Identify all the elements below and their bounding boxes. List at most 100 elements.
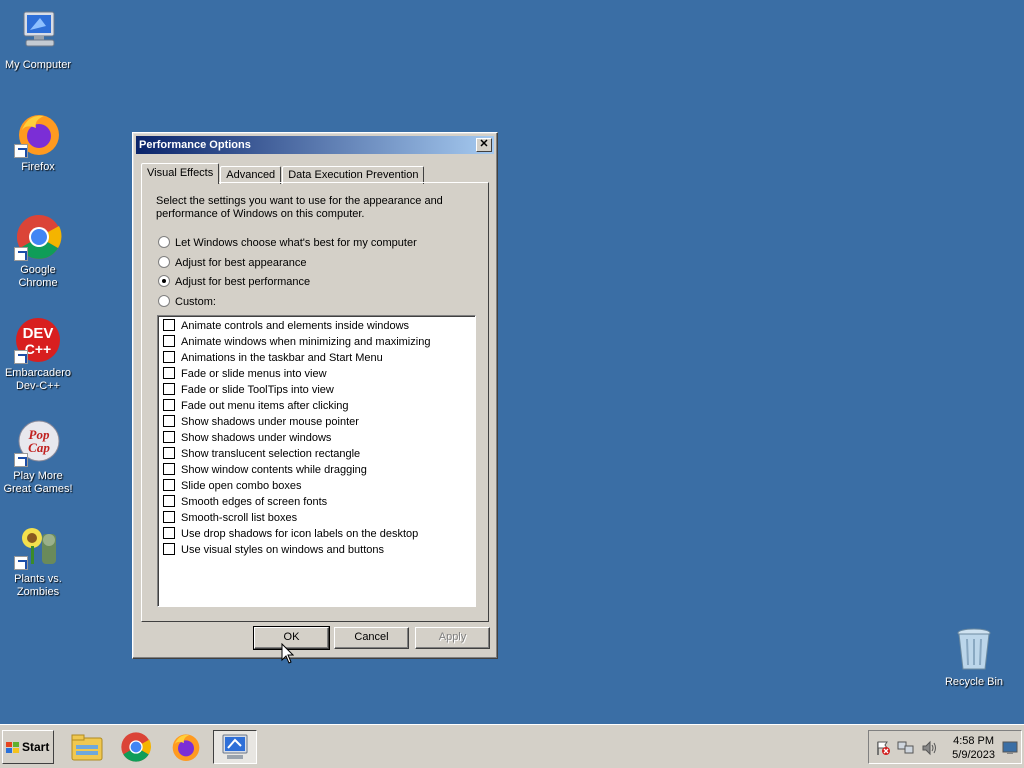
list-item[interactable]: Show shadows under mouse pointer <box>163 414 475 430</box>
radio-button[interactable] <box>158 275 170 288</box>
taskbar-performance-options[interactable] <box>213 730 257 764</box>
tab-visual-effects[interactable]: Visual Effects <box>141 163 220 184</box>
checkbox[interactable] <box>163 351 175 364</box>
shortcut-arrow-icon <box>14 453 28 467</box>
checkbox-label: Fade or slide menus into view <box>181 368 327 380</box>
desktop-icon-recycle-bin[interactable]: Recycle Bin <box>936 625 1012 689</box>
checkbox[interactable] <box>163 383 175 396</box>
svg-text:DEV: DEV <box>23 325 54 342</box>
file-explorer-icon <box>71 734 103 761</box>
checkbox[interactable] <box>163 447 175 460</box>
checkbox[interactable] <box>163 367 175 380</box>
checkbox-label: Animations in the taskbar and Start Menu <box>181 352 383 364</box>
desktop-icon-dev-cpp[interactable]: DEV C++ Embarcadero Dev-C++ <box>0 316 76 393</box>
desktop-icon-label: Embarcadero Dev-C++ <box>4 367 72 392</box>
dialog-titlebar[interactable]: Performance Options ✕ <box>136 136 494 154</box>
taskbar-file-explorer[interactable] <box>65 730 109 764</box>
desktop-icon-firefox[interactable]: Firefox <box>0 110 76 174</box>
desktop-icon-plants-vs-zombies[interactable]: Plants vs. Zombies <box>0 522 76 599</box>
radio-button[interactable] <box>158 256 170 269</box>
checkbox[interactable] <box>163 399 175 412</box>
svg-text:C++: C++ <box>25 341 51 357</box>
svg-text:Cap: Cap <box>28 440 50 455</box>
desktop-icon-label: Recycle Bin <box>944 676 1004 688</box>
list-item[interactable]: Fade or slide ToolTips into view <box>163 382 475 398</box>
start-label: Start <box>22 740 50 754</box>
plants-vs-zombies-icon <box>14 522 62 570</box>
shortcut-arrow-icon <box>14 247 28 261</box>
taskbar-chrome[interactable] <box>114 730 158 764</box>
my-computer-icon <box>14 8 62 56</box>
radio-label: Adjust for best performance <box>175 276 311 288</box>
checkbox[interactable] <box>163 479 175 492</box>
list-item[interactable]: Fade or slide menus into view <box>163 366 475 382</box>
visual-effects-list[interactable]: Animate controls and elements inside win… <box>157 315 476 607</box>
start-button[interactable]: Start <box>2 730 54 764</box>
checkbox[interactable] <box>163 511 175 524</box>
checkbox[interactable] <box>163 415 175 428</box>
desktop-icon-google-chrome[interactable]: Google Chrome <box>0 213 76 290</box>
list-item[interactable]: Use drop shadows for icon labels on the … <box>163 526 475 542</box>
cancel-button[interactable]: Cancel <box>334 627 409 649</box>
performance-options-dialog: Performance Options ✕ Visual Effects Adv… <box>132 132 498 659</box>
desktop-icon-my-computer[interactable]: My Computer <box>0 8 76 72</box>
radio-custom[interactable]: Custom: <box>158 294 216 310</box>
visual-effects-panel: Select the settings you want to use for … <box>141 182 489 622</box>
action-center-flag-icon[interactable] <box>875 740 891 756</box>
shortcut-arrow-icon <box>14 350 28 364</box>
list-item[interactable]: Show shadows under windows <box>163 430 475 446</box>
checkbox[interactable] <box>163 495 175 508</box>
list-item[interactable]: Animate windows when minimizing and maxi… <box>163 334 475 350</box>
radio-best-appearance[interactable]: Adjust for best appearance <box>158 255 306 271</box>
checkbox-label: Fade out menu items after clicking <box>181 400 349 412</box>
list-item[interactable]: Animations in the taskbar and Start Menu <box>163 350 475 366</box>
checkbox-label: Show shadows under windows <box>181 432 332 444</box>
checkbox-label: Use visual styles on windows and buttons <box>181 544 384 556</box>
list-item[interactable]: Show window contents while dragging <box>163 462 475 478</box>
clock-date: 5/9/2023 <box>952 749 995 761</box>
list-item[interactable]: Show translucent selection rectangle <box>163 446 475 462</box>
show-desktop-icon[interactable] <box>1002 741 1018 755</box>
radio-button[interactable] <box>158 236 170 249</box>
desktop-icon-label: Google Chrome <box>18 264 58 289</box>
desktop-icon-label: Play More Great Games! <box>3 470 73 495</box>
dev-cpp-icon: DEV C++ <box>14 316 62 364</box>
checkbox[interactable] <box>163 319 175 332</box>
apply-button[interactable]: Apply <box>415 627 490 649</box>
dialog-title: Performance Options <box>139 139 251 151</box>
network-icon[interactable] <box>897 740 915 756</box>
popcap-icon: Pop Cap <box>14 419 62 467</box>
desktop-icon-label: My Computer <box>4 59 72 71</box>
desktop-icon-popcap[interactable]: Pop Cap Play More Great Games! <box>0 419 76 496</box>
firefox-icon <box>172 734 200 761</box>
radio-let-windows-choose[interactable]: Let Windows choose what's best for my co… <box>158 235 417 251</box>
list-item[interactable]: Slide open combo boxes <box>163 478 475 494</box>
list-item[interactable]: Animate controls and elements inside win… <box>163 318 475 334</box>
checkbox[interactable] <box>163 463 175 476</box>
volume-icon[interactable] <box>921 740 939 756</box>
list-item[interactable]: Use visual styles on windows and buttons <box>163 542 475 558</box>
shortcut-arrow-icon <box>14 556 28 570</box>
desktop-icon-label: Firefox <box>21 161 55 173</box>
chrome-icon <box>14 213 62 261</box>
checkbox[interactable] <box>163 527 175 540</box>
list-item[interactable]: Smooth edges of screen fonts <box>163 494 475 510</box>
close-button[interactable]: ✕ <box>476 138 492 152</box>
checkbox-label: Animate windows when minimizing and maxi… <box>181 336 431 348</box>
radio-button[interactable] <box>158 295 170 308</box>
taskbar: Start 4:58 PM 5/9/2023 <box>0 724 1024 768</box>
checkbox-label: Show shadows under mouse pointer <box>181 416 359 428</box>
checkbox-label: Show translucent selection rectangle <box>181 448 361 460</box>
clock-time: 4:58 PM <box>953 735 995 747</box>
checkbox[interactable] <box>163 335 175 348</box>
list-item[interactable]: Fade out menu items after clicking <box>163 398 475 414</box>
clock[interactable]: 4:58 PM 5/9/2023 <box>952 734 995 762</box>
checkbox[interactable] <box>163 543 175 556</box>
taskbar-firefox[interactable] <box>164 730 208 764</box>
tab-strip: Visual Effects Advanced Data Execution P… <box>141 162 425 184</box>
checkbox-label: Use drop shadows for icon labels on the … <box>181 528 419 540</box>
list-item[interactable]: Smooth-scroll list boxes <box>163 510 475 526</box>
radio-best-performance[interactable]: Adjust for best performance <box>158 274 310 290</box>
checkbox-label: Animate controls and elements inside win… <box>181 320 410 332</box>
checkbox[interactable] <box>163 431 175 444</box>
